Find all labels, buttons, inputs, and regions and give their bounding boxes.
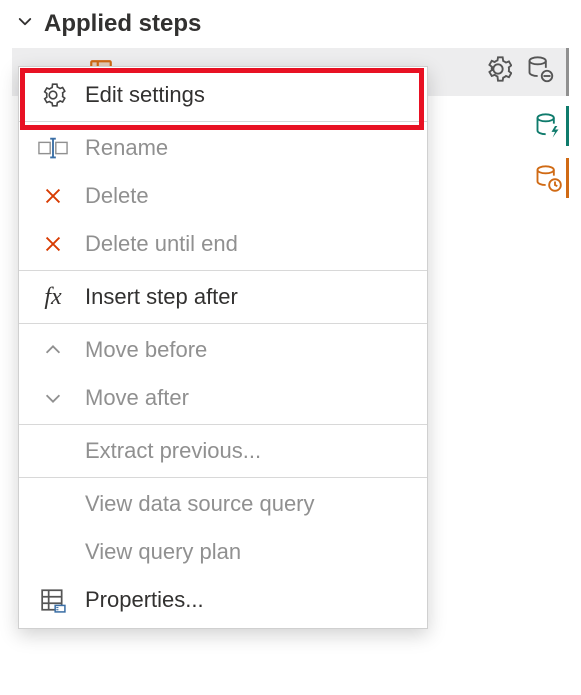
gear-icon[interactable]	[484, 55, 512, 89]
gear-icon	[37, 81, 69, 109]
menu-label: Extract previous...	[85, 438, 261, 464]
menu-label: View query plan	[85, 539, 241, 565]
menu-edit-settings[interactable]: Edit settings	[19, 71, 427, 119]
applied-steps-header[interactable]: Applied steps	[0, 0, 581, 48]
chevron-down-icon	[16, 10, 34, 38]
blank-icon	[37, 490, 69, 518]
database-lightning-icon[interactable]	[529, 106, 569, 146]
fx-icon: fx	[37, 283, 69, 311]
menu-label: Edit settings	[85, 82, 205, 108]
menu-label: Delete	[85, 183, 149, 209]
menu-extract-previous[interactable]: Extract previous...	[19, 427, 427, 475]
menu-view-data-source-query[interactable]: View data source query	[19, 480, 427, 528]
menu-divider	[19, 424, 427, 425]
context-menu: Edit settings Rename Delete Delete until…	[18, 66, 428, 629]
database-remove-icon[interactable]	[526, 55, 554, 89]
menu-label: View data source query	[85, 491, 315, 517]
chevron-up-icon	[37, 336, 69, 364]
menu-divider	[19, 121, 427, 122]
menu-move-before[interactable]: Move before	[19, 326, 427, 374]
menu-divider	[19, 323, 427, 324]
rename-icon	[37, 134, 69, 162]
blank-icon	[37, 437, 69, 465]
menu-rename[interactable]: Rename	[19, 124, 427, 172]
chevron-down-icon	[37, 384, 69, 412]
menu-properties[interactable]: Properties...	[19, 576, 427, 624]
panel-title: Applied steps	[44, 10, 201, 38]
properties-icon	[37, 586, 69, 614]
menu-delete[interactable]: Delete	[19, 172, 427, 220]
close-icon	[37, 230, 69, 258]
sidebar-icons	[529, 106, 569, 198]
blank-icon	[37, 538, 69, 566]
menu-label: Insert step after	[85, 284, 238, 310]
menu-move-after[interactable]: Move after	[19, 374, 427, 422]
menu-divider	[19, 270, 427, 271]
menu-view-query-plan[interactable]: View query plan	[19, 528, 427, 576]
menu-label: Properties...	[85, 587, 204, 613]
menu-label: Move after	[85, 385, 189, 411]
menu-insert-step-after[interactable]: fx Insert step after	[19, 273, 427, 321]
menu-delete-until-end[interactable]: Delete until end	[19, 220, 427, 268]
menu-label: Delete until end	[85, 231, 238, 257]
menu-divider	[19, 477, 427, 478]
database-clock-icon[interactable]	[529, 158, 569, 198]
menu-label: Move before	[85, 337, 207, 363]
close-icon	[37, 182, 69, 210]
menu-label: Rename	[85, 135, 168, 161]
